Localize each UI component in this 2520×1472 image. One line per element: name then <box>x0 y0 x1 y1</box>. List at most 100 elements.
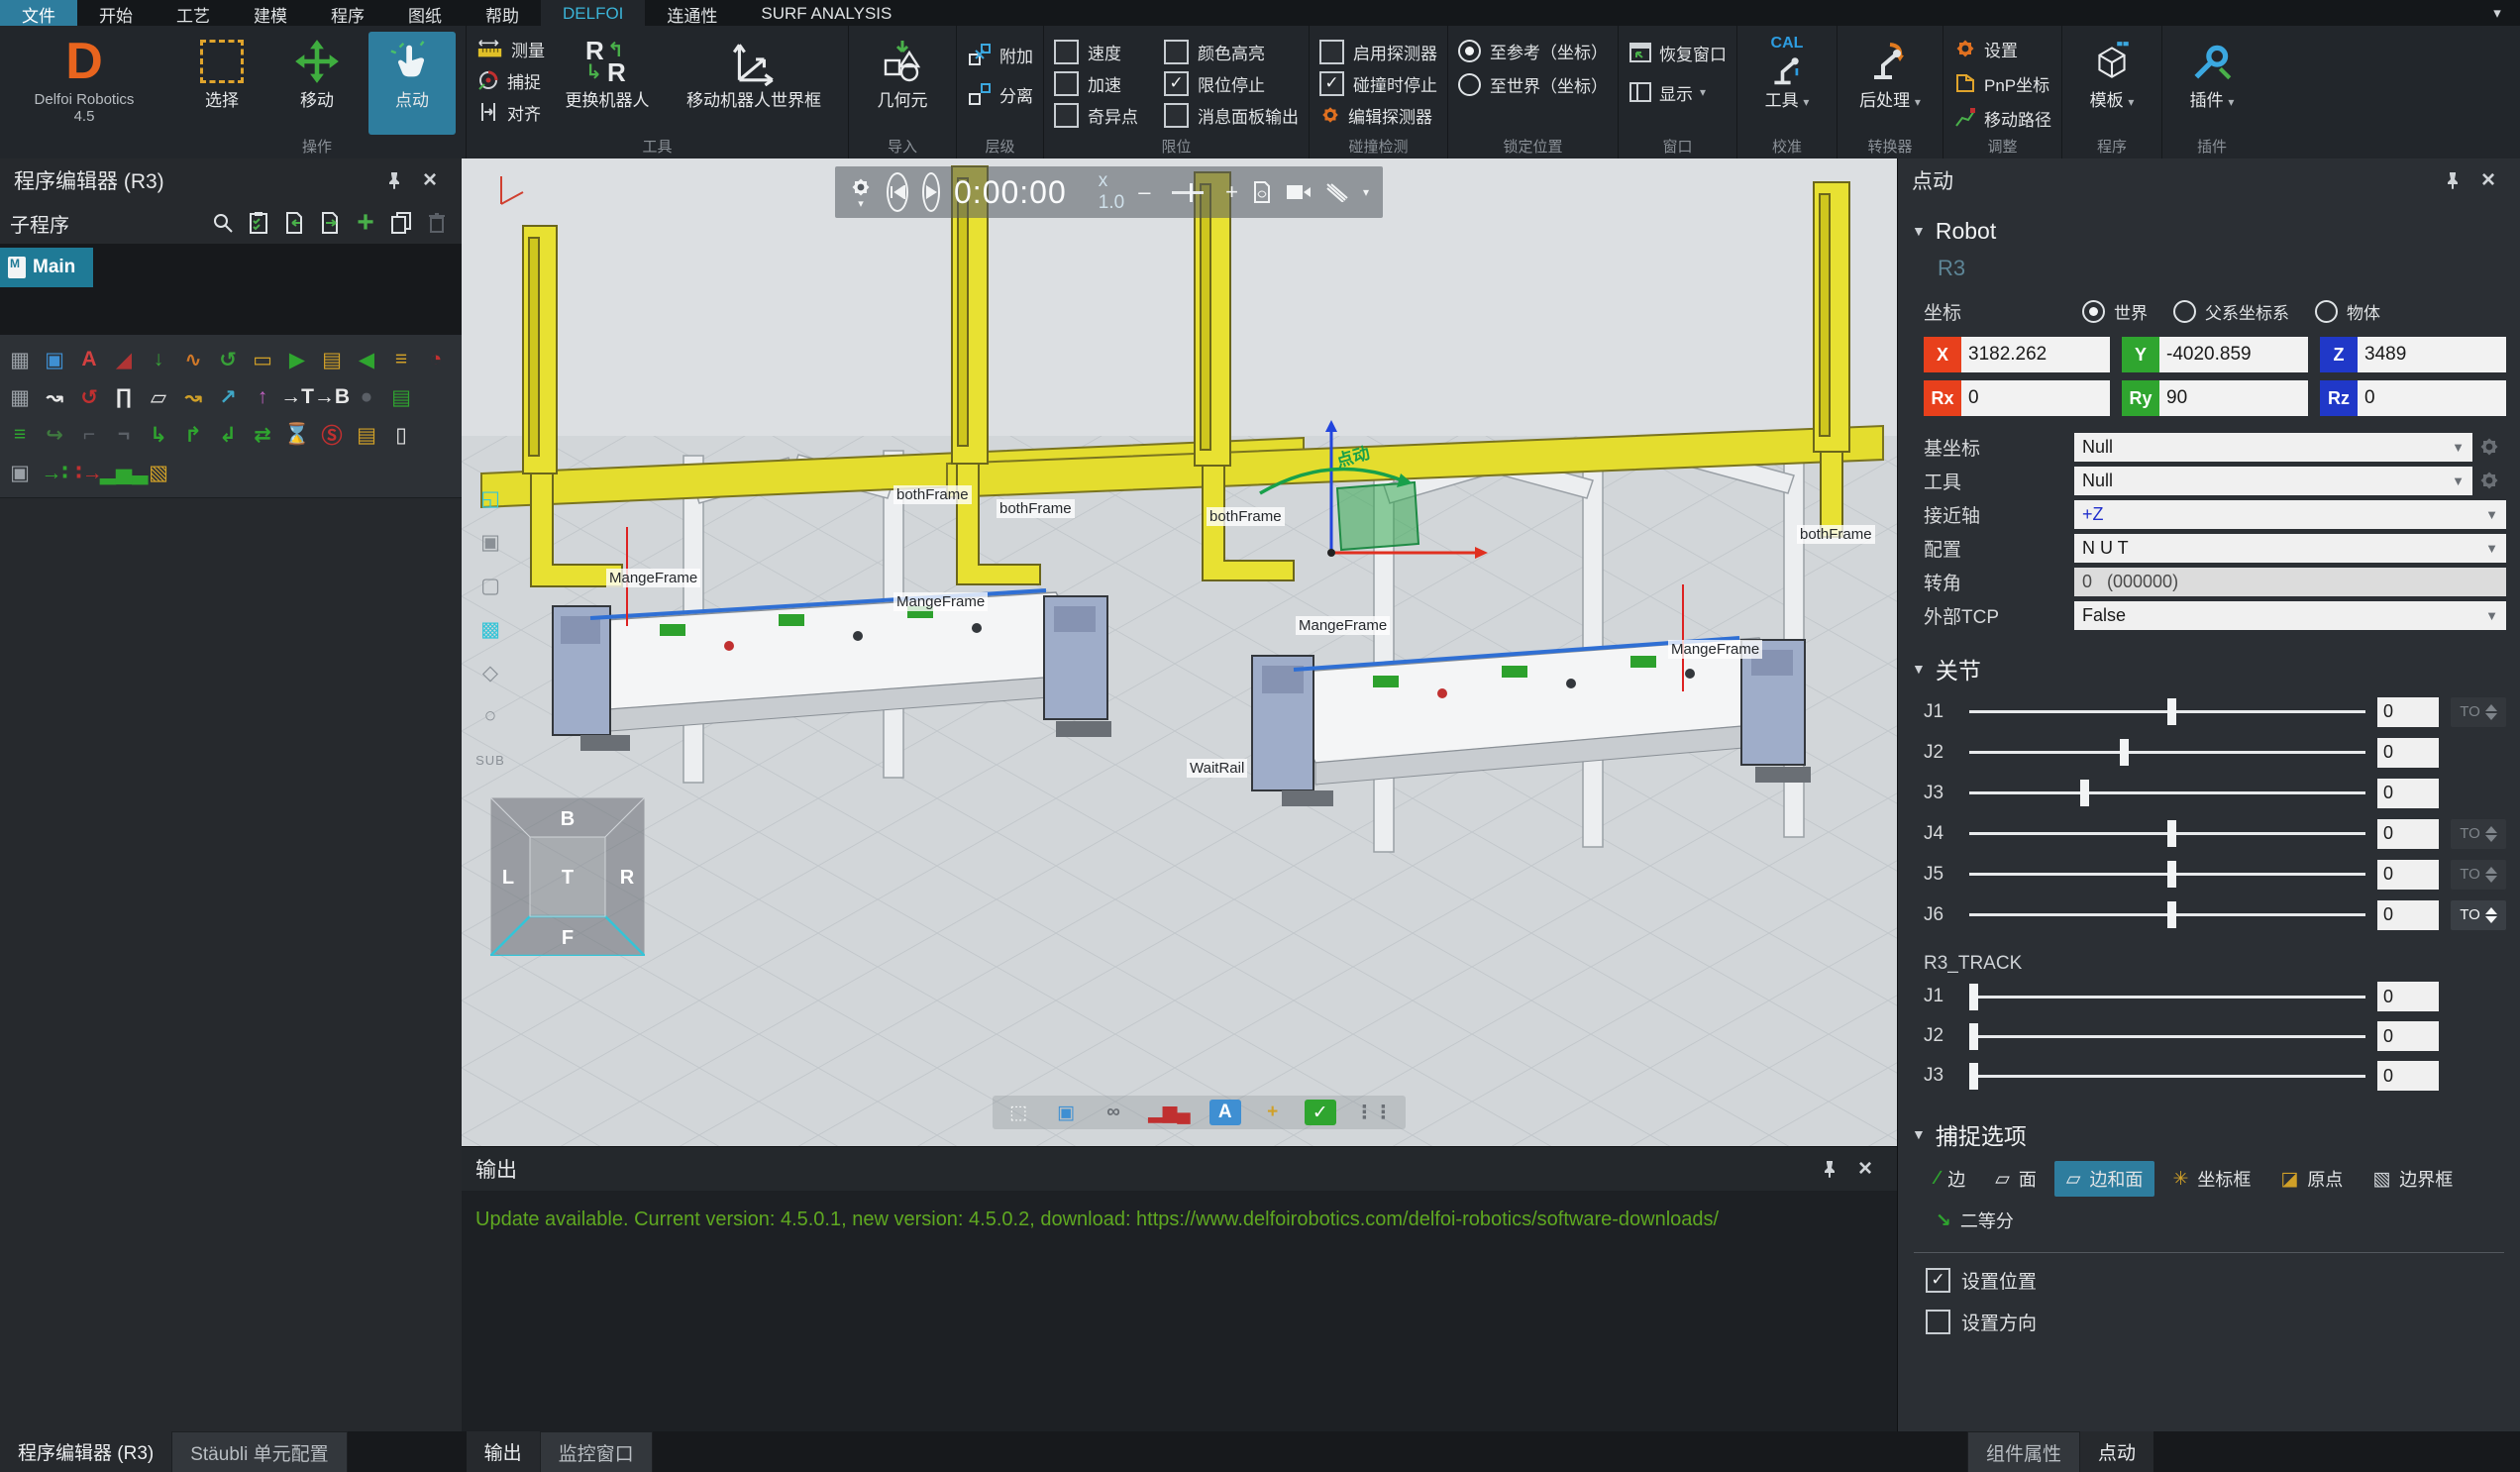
joint-value-input[interactable]: 0 <box>2377 1061 2439 1091</box>
navigation-cube[interactable]: B L T R F <box>490 797 645 956</box>
joint-value-input[interactable]: 0 <box>2377 900 2439 930</box>
cube-face-top[interactable]: T <box>562 867 574 889</box>
sub-level-label[interactable]: SUB <box>475 747 505 773</box>
pin-icon[interactable] <box>376 171 412 189</box>
statement-icon[interactable]: A <box>73 344 105 375</box>
statement-icon[interactable]: ↳ <box>143 419 174 451</box>
statement-icon[interactable]: ▶ <box>281 344 313 375</box>
template-button[interactable]: 模板 ▾ <box>2072 32 2152 135</box>
checklist-icon[interactable] <box>244 209 273 237</box>
joint-to-button[interactable]: TO <box>2451 900 2506 930</box>
limit-checkbox[interactable]: ✓ 限位停止 <box>1164 67 1299 99</box>
update-message[interactable]: Update available. Current version: 4.5.0… <box>462 1191 1897 1249</box>
menu-item[interactable]: 连通性 <box>645 0 739 26</box>
limit-checkbox[interactable]: ✓ 加速 <box>1054 67 1138 99</box>
statement-icon[interactable]: ▣ <box>4 457 36 488</box>
coordinate-input[interactable]: 3489 <box>2358 337 2506 372</box>
statement-icon[interactable]: ↝ <box>177 381 209 413</box>
joint-slider-thumb[interactable] <box>1969 1063 1978 1090</box>
joint-value-input[interactable]: 0 <box>2377 860 2439 890</box>
collision-checkbox[interactable]: ✓ 启用探测器 <box>1319 36 1437 67</box>
limit-checkbox[interactable]: ✓ 奇异点 <box>1054 99 1138 131</box>
bottom-tab-left[interactable]: Stäubli 单元配置 <box>171 1431 347 1472</box>
statement-icon[interactable]: ▭ <box>247 344 278 375</box>
jog-button[interactable]: 点动 <box>368 32 456 135</box>
chevron-down-icon[interactable]: ▾ <box>1363 185 1369 199</box>
joint-slider-thumb[interactable] <box>2167 698 2176 725</box>
statement-icon[interactable]: ▤ <box>385 381 417 413</box>
speed-decrease-icon[interactable]: – <box>1138 179 1150 205</box>
coordinate-system-radio[interactable]: 世界 <box>2082 299 2148 324</box>
joint-slider[interactable] <box>1969 1035 2365 1038</box>
viewport-toolbar-icon[interactable]: ▂▆▄ <box>1145 1100 1194 1125</box>
joint-slider[interactable] <box>1969 1075 2365 1078</box>
bottom-tab-left[interactable]: 程序编辑器 (R3) <box>0 1431 171 1472</box>
speed-slider[interactable] <box>1172 191 1204 194</box>
coordinate-input[interactable]: 0 <box>2358 380 2506 416</box>
statement-icon[interactable]: ▣ <box>39 344 70 375</box>
menu-item[interactable]: 建模 <box>232 0 309 26</box>
viewport-tool-icon[interactable]: ▣ <box>475 529 505 555</box>
statement-icon[interactable]: ▤ <box>351 419 382 451</box>
lock-position-radio[interactable]: 至参考（坐标） <box>1458 34 1608 67</box>
joint-slider-thumb[interactable] <box>2167 820 2176 847</box>
align-button[interactable]: 对齐 <box>476 99 545 125</box>
attach-button[interactable]: 附加 <box>967 42 1033 67</box>
snap-button[interactable]: 捕捉 <box>476 67 545 93</box>
statement-icon[interactable]: ↪ <box>39 419 70 451</box>
snap-setting-checkbox[interactable]: ✓ 设置位置 <box>1926 1259 2506 1301</box>
detach-button[interactable]: 分离 <box>967 81 1033 107</box>
delete-icon[interactable] <box>422 209 452 237</box>
pin-icon[interactable] <box>1812 1160 1847 1178</box>
statement-icon[interactable]: ◔ <box>420 344 452 375</box>
joint-slider[interactable] <box>1969 873 2365 876</box>
snap-mode-button[interactable]: ↘ 二等分 <box>1924 1203 2026 1238</box>
bottom-tab-center[interactable]: 输出 <box>467 1431 540 1472</box>
approach-axis-select[interactable]: +Z▼ <box>2074 500 2506 529</box>
collision-checkbox[interactable]: ✓ 碰撞时停止 <box>1319 67 1437 99</box>
viewport-toolbar-icon[interactable]: ▣ <box>1050 1100 1082 1125</box>
statement-icon[interactable]: ↲ <box>212 419 244 451</box>
joint-slider[interactable] <box>1969 710 2365 713</box>
limit-checkbox[interactable]: ✓ 消息面板输出 <box>1164 99 1299 131</box>
move-button[interactable]: 移动 <box>273 32 361 135</box>
move-path-button[interactable]: 移动路径 <box>1953 105 2051 131</box>
calibration-tools-button[interactable]: CAL 工具 ▾ <box>1747 32 1827 135</box>
base-frame-gear-icon[interactable] <box>2472 435 2506 459</box>
cube-face-front[interactable]: F <box>562 927 574 949</box>
snap-mode-button[interactable]: ▱ 边和面 <box>2054 1161 2155 1197</box>
export-pdf-icon[interactable] <box>1252 180 1272 204</box>
statement-icon[interactable]: ▦ <box>4 344 36 375</box>
add-subprogram-icon[interactable]: + <box>351 209 380 237</box>
snap-mode-button[interactable]: ∕ 边 <box>1924 1161 1977 1197</box>
menu-item[interactable]: SURF ANALYSIS <box>739 0 913 26</box>
select-button[interactable]: 选择 <box>178 32 265 135</box>
cube-face-right[interactable]: R <box>620 867 635 889</box>
measure-button[interactable]: 测量 <box>476 36 545 61</box>
speed-increase-icon[interactable]: + <box>1225 179 1238 205</box>
statement-icon[interactable]: ∿ <box>177 344 209 375</box>
plugins-button[interactable]: 插件 ▾ <box>2172 32 2252 135</box>
animation-export-icon[interactable] <box>1325 182 1349 202</box>
move-robot-world-frame-button[interactable]: 移动机器人世界框 <box>670 32 838 135</box>
joint-value-input[interactable]: 0 <box>2377 779 2439 808</box>
statement-icon[interactable]: ◀ <box>351 344 382 375</box>
settings-button[interactable]: 设置 <box>1953 36 2051 61</box>
joints-section-header[interactable]: ▼ 关节 <box>1912 646 2506 691</box>
statement-icon[interactable]: →∶ <box>39 457 70 488</box>
joint-to-button[interactable]: TO <box>2451 697 2506 727</box>
coordinate-system-radio[interactable]: 物体 <box>2315 299 2380 324</box>
viewport-toolbar-icon[interactable]: ∞ <box>1098 1100 1129 1125</box>
menu-item[interactable]: 图纸 <box>386 0 464 26</box>
import-subprogram-icon[interactable] <box>279 209 309 237</box>
close-icon[interactable]: × <box>412 166 448 194</box>
viewport-toolbar-icon[interactable]: ⬚ <box>1002 1100 1034 1125</box>
close-icon[interactable]: × <box>1847 1155 1883 1183</box>
playback-settings-icon[interactable]: ▾ <box>849 175 873 209</box>
joint-slider-thumb[interactable] <box>2080 780 2089 806</box>
menu-item[interactable]: 帮助 <box>464 0 541 26</box>
statement-icon[interactable]: ▂▅▃ <box>108 457 140 488</box>
statement-icon[interactable]: Ⓢ <box>316 419 348 451</box>
statement-icon[interactable]: ↑ <box>247 381 278 413</box>
speed-slider-thumb[interactable] <box>1190 183 1193 202</box>
